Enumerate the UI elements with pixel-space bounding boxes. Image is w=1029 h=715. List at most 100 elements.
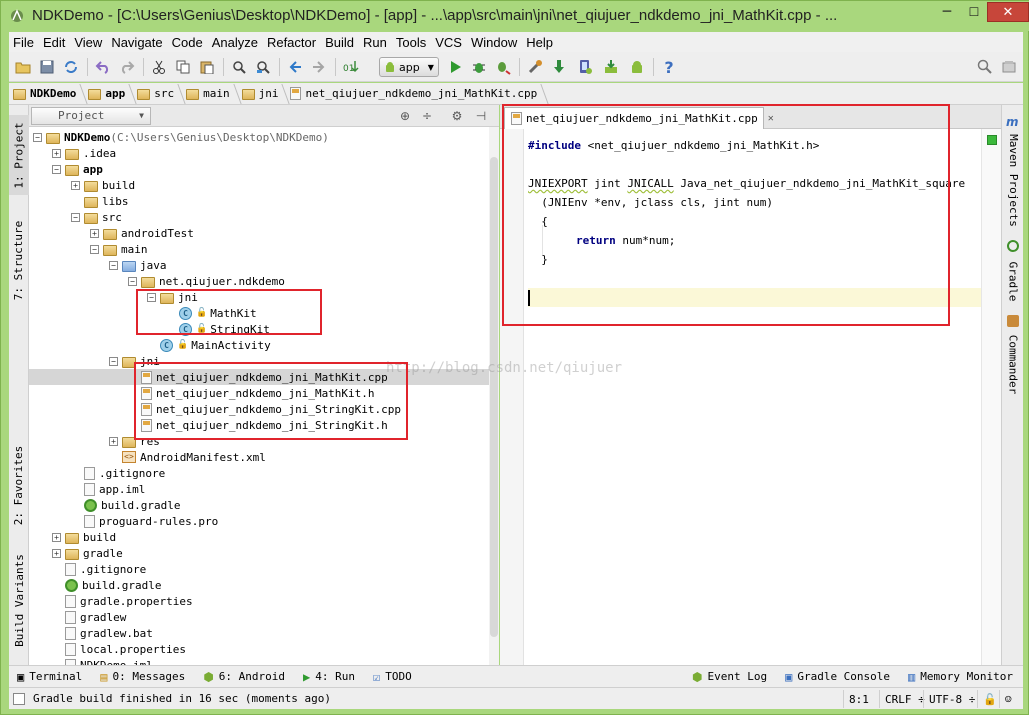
replace-icon[interactable] xyxy=(253,57,273,77)
tool-tab-project[interactable]: 1: Project xyxy=(9,115,29,195)
tree-row[interactable]: net_qiujuer_ndkdemo_jni_StringKit.cpp xyxy=(29,401,489,417)
tree-row[interactable]: C 🔓 StringKit xyxy=(29,321,489,337)
breadcrumb-item-jni[interactable]: jni xyxy=(238,87,287,100)
tree-row[interactable]: + gradle xyxy=(29,545,489,561)
maximize-button[interactable]: ☐ xyxy=(961,2,987,22)
menu-build[interactable]: Build xyxy=(321,35,359,50)
menu-navigate[interactable]: Navigate xyxy=(107,35,167,50)
tree-row[interactable]: + res xyxy=(29,433,489,449)
project-view-select[interactable]: Project ▼ xyxy=(31,107,151,125)
lock-icon[interactable]: 🔓 xyxy=(977,690,997,708)
tree-row[interactable]: proguard-rules.pro xyxy=(29,513,489,529)
editor-tab-mathkit-cpp[interactable]: net_qiujuer_ndkdemo_jni_MathKit.cpp ✕ xyxy=(504,107,774,129)
undo-icon[interactable] xyxy=(93,57,113,77)
tree-row[interactable]: + build xyxy=(29,529,489,545)
tree-row[interactable]: app.iml xyxy=(29,481,489,497)
tree-row[interactable]: gradlew xyxy=(29,609,489,625)
tree-row[interactable]: build.gradle xyxy=(29,577,489,593)
menu-view[interactable]: View xyxy=(70,35,107,50)
encoding-select[interactable]: UTF-8 ÷ xyxy=(923,690,980,708)
scrollbar-thumb[interactable] xyxy=(490,157,498,637)
tree-row[interactable]: + .idea xyxy=(29,145,489,161)
menu-window[interactable]: Window xyxy=(467,35,522,50)
expand-icon[interactable]: + xyxy=(109,436,118,446)
tree-row[interactable]: − net.qiujuer.ndkdemo xyxy=(29,273,489,289)
collapse-icon[interactable]: − xyxy=(128,276,137,286)
bottom-tab-todo[interactable]: ☑ TODO xyxy=(373,670,412,684)
expand-icon[interactable]: + xyxy=(52,148,61,158)
tool-tab-commander[interactable]: Commander xyxy=(1003,315,1023,395)
back-icon[interactable] xyxy=(285,57,305,77)
tree-row[interactable]: − jni xyxy=(29,289,489,305)
tool-tab-maven[interactable]: m Maven Projects xyxy=(1003,115,1023,226)
tree-row[interactable]: − java xyxy=(29,257,489,273)
minimize-button[interactable]: ─ xyxy=(934,2,960,22)
run-configuration-select[interactable]: app ▼ xyxy=(379,57,439,77)
search-everywhere-icon[interactable] xyxy=(975,57,995,77)
tree-row[interactable]: gradlew.bat xyxy=(29,625,489,641)
project-scrollbar[interactable] xyxy=(489,127,499,665)
tree-row[interactable]: + androidTest xyxy=(29,225,489,241)
close-button[interactable]: ✕ xyxy=(987,2,1029,22)
bottom-tab-android[interactable]: ⬢ 6: Android xyxy=(203,670,285,684)
inspection-ok-icon[interactable] xyxy=(987,135,997,145)
debug-icon[interactable] xyxy=(469,57,489,77)
menu-refactor[interactable]: Refactor xyxy=(263,35,321,50)
tree-row[interactable]: net_qiujuer_ndkdemo_jni_MathKit.h xyxy=(29,385,489,401)
avd-manager-icon[interactable] xyxy=(575,57,595,77)
tree-row[interactable]: − src xyxy=(29,209,489,225)
close-tab-icon[interactable]: ✕ xyxy=(768,113,774,124)
sdk-sync-icon[interactable] xyxy=(549,57,569,77)
tree-row[interactable]: − app xyxy=(29,161,489,177)
sync-icon[interactable] xyxy=(61,57,81,77)
breadcrumb-item-app[interactable]: app xyxy=(84,87,133,100)
attach-icon[interactable] xyxy=(493,57,513,77)
caret-position[interactable]: 8:1 xyxy=(843,690,874,708)
hector-icon[interactable]: ☺ xyxy=(999,690,1021,708)
menu-run[interactable]: Run xyxy=(359,35,392,50)
bottom-tab-gradle-console[interactable]: ▣ Gradle Console xyxy=(785,670,890,684)
collapse-icon[interactable]: − xyxy=(71,212,80,222)
collapse-icon[interactable]: − xyxy=(52,164,61,174)
tree-row[interactable]: NDKDemo.iml xyxy=(29,657,489,665)
tree-row[interactable]: C 🔓 MathKit xyxy=(29,305,489,321)
tree-row[interactable]: net_qiujuer_ndkdemo_jni_StringKit.h xyxy=(29,417,489,433)
tree-row[interactable]: local.properties xyxy=(29,641,489,657)
tree-row[interactable]: − NDKDemo (C:\Users\Genius\Desktop\NDKDem… xyxy=(29,129,489,145)
android-device-icon[interactable] xyxy=(627,57,647,77)
cut-icon[interactable] xyxy=(149,57,169,77)
breadcrumb-item-file[interactable]: net_qiujuer_ndkdemo_jni_MathKit.cpp xyxy=(286,87,545,100)
tree-row[interactable]: + build xyxy=(29,177,489,193)
make-icon[interactable]: 01 xyxy=(341,57,361,77)
expand-icon[interactable]: + xyxy=(52,532,61,542)
breadcrumb-item-main[interactable]: main xyxy=(182,87,238,100)
tree-row[interactable]: − main xyxy=(29,241,489,257)
menu-edit[interactable]: Edit xyxy=(39,35,70,50)
tool-tab-favorites[interactable]: 2: Favorites xyxy=(9,435,29,535)
collapse-icon[interactable]: − xyxy=(109,260,118,270)
menu-tools[interactable]: Tools xyxy=(392,35,431,50)
tool-tab-build-variants[interactable]: Build Variants xyxy=(9,545,29,655)
help-icon[interactable]: ? xyxy=(659,57,679,77)
tree-row[interactable]: build.gradle xyxy=(29,497,489,513)
menu-vcs[interactable]: VCS xyxy=(431,35,467,50)
copy-icon[interactable] xyxy=(173,57,193,77)
run-icon[interactable] xyxy=(445,57,465,77)
tool-windows-toggle-icon[interactable] xyxy=(13,692,25,705)
collapse-icon[interactable]: − xyxy=(90,244,99,254)
menu-file[interactable]: File xyxy=(9,35,39,50)
tree-row[interactable]: libs xyxy=(29,193,489,209)
collapse-icon[interactable]: − xyxy=(33,132,42,142)
menu-help[interactable]: Help xyxy=(522,35,558,50)
expand-icon[interactable]: + xyxy=(90,228,99,238)
find-icon[interactable] xyxy=(229,57,249,77)
project-structure-icon[interactable] xyxy=(525,57,545,77)
scroll-from-source-icon[interactable]: ⊕ xyxy=(397,108,413,124)
tree-row[interactable]: .gitignore xyxy=(29,561,489,577)
bottom-tab-event-log[interactable]: ⬢ Event Log xyxy=(692,670,767,684)
forward-icon[interactable] xyxy=(309,57,329,77)
gear-icon[interactable]: ⚙ xyxy=(449,108,465,124)
hide-panel-icon[interactable]: ⊣ xyxy=(473,108,489,124)
collapse-icon[interactable]: − xyxy=(147,292,156,302)
bottom-tab-terminal[interactable]: ▣ Terminal xyxy=(17,670,82,684)
